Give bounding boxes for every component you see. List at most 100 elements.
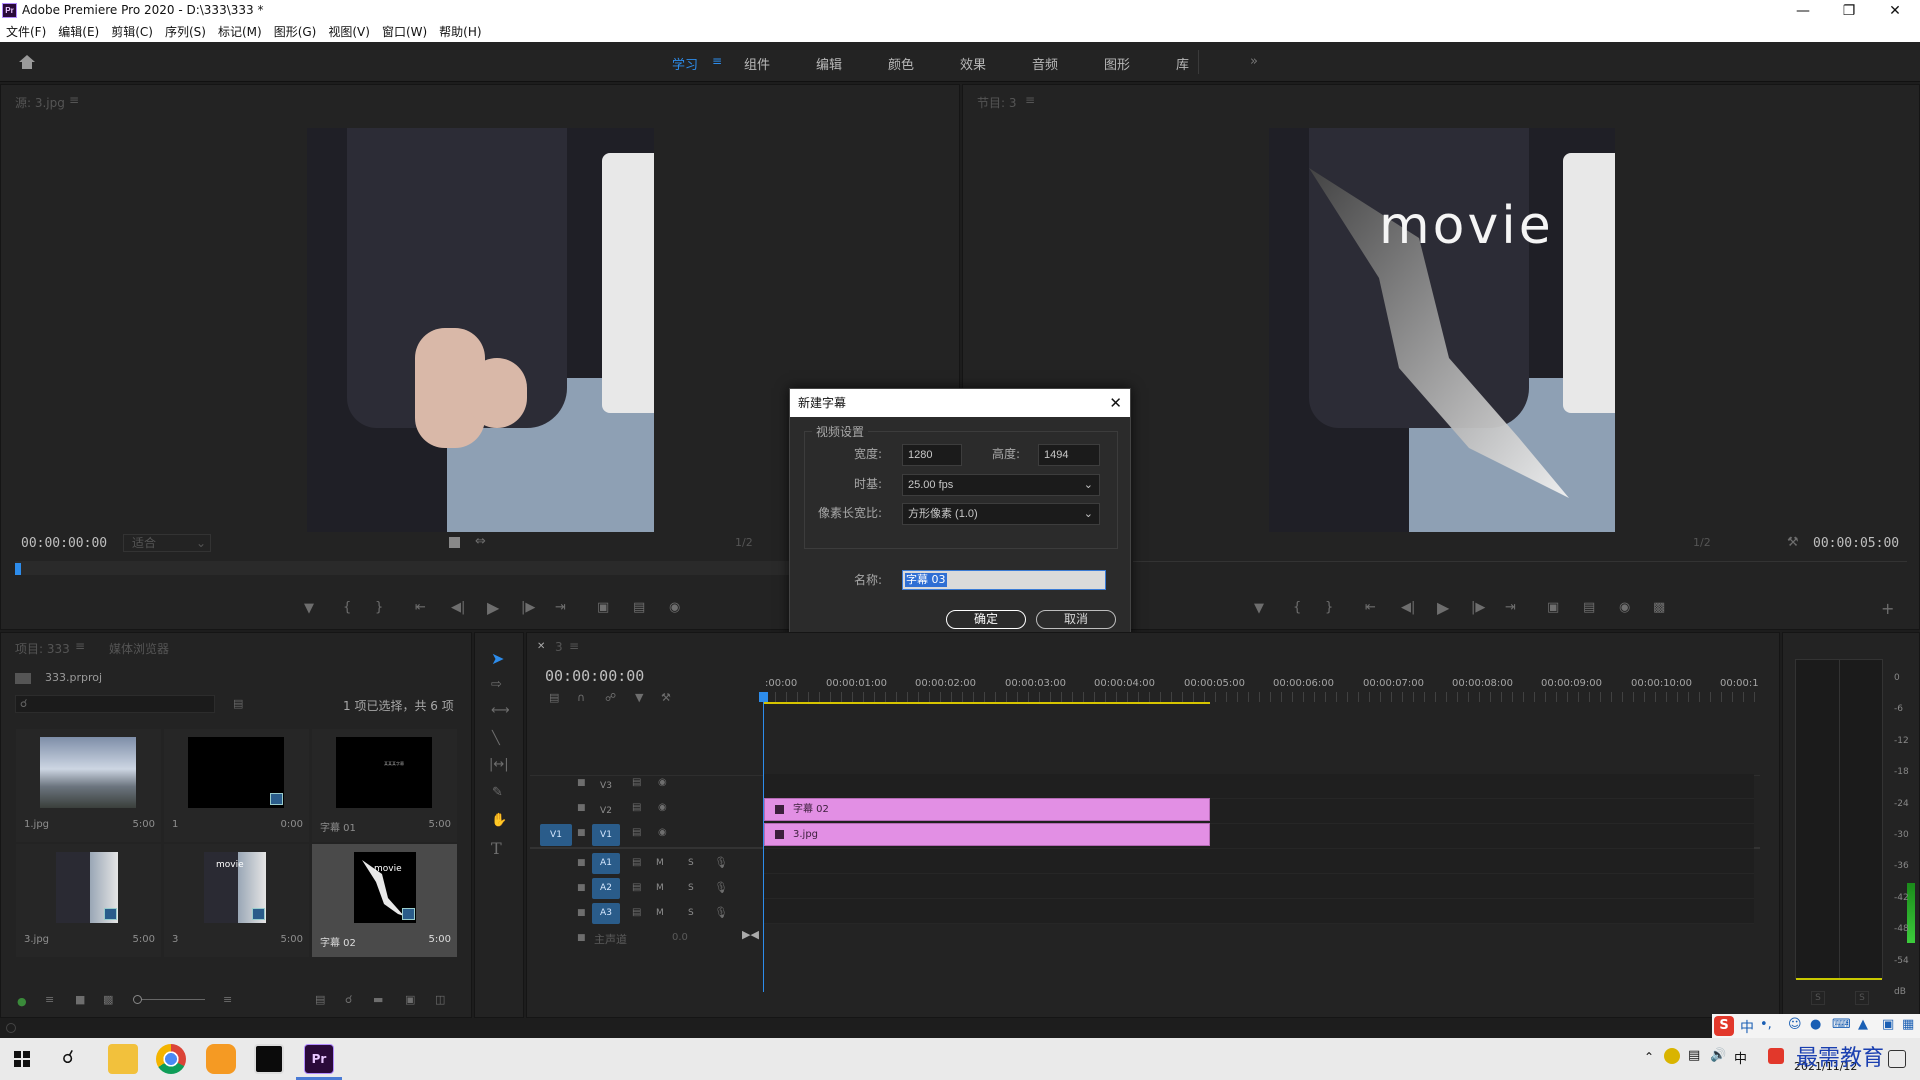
extract-icon[interactable]: ▤ <box>1583 600 1595 615</box>
workspace-tab-libraries[interactable]: 库 <box>1176 54 1189 73</box>
mark-in-icon[interactable]: { <box>343 600 351 615</box>
sync-lock-icon[interactable]: ▤ <box>632 827 641 838</box>
clip-3jpg[interactable]: 3.jpg <box>764 823 1210 846</box>
type-tool-icon[interactable]: T <box>491 839 502 858</box>
show-hidden-icons-icon[interactable]: ⌃ <box>1644 1050 1654 1064</box>
camera-icon[interactable]: ◉ <box>669 600 680 615</box>
icon-view-icon[interactable]: ■ <box>75 993 85 1006</box>
close-sequence-icon[interactable]: ✕ <box>537 641 545 652</box>
sort-icons-icon[interactable]: ≡ <box>223 993 232 1006</box>
workspace-tab-graphics[interactable]: 图形 <box>1104 54 1130 73</box>
ime-mode-label[interactable]: 中 <box>1740 1017 1754 1037</box>
workspace-tab-editing[interactable]: 编辑 <box>816 54 842 73</box>
new-search-bin-icon[interactable]: ▤ <box>233 697 243 710</box>
microphone-icon[interactable]: ● <box>1810 1017 1821 1032</box>
workspace-tab-color[interactable]: 颜色 <box>888 54 914 73</box>
tray-app-icon[interactable] <box>1664 1048 1680 1064</box>
panel-menu-icon[interactable]: ≡ <box>569 639 579 653</box>
project-item[interactable]: 某某某字幕 字幕 01 5:00 <box>312 729 457 842</box>
project-search-input[interactable]: ☌ <box>15 695 215 713</box>
automate-to-sequence-icon[interactable]: ▤ <box>315 993 325 1006</box>
menu-clip[interactable]: 剪辑(C) <box>105 22 159 42</box>
program-time-ruler[interactable] <box>1133 561 1907 575</box>
add-marker-icon[interactable]: ▼ <box>304 601 314 616</box>
minimize-button[interactable]: — <box>1780 0 1826 22</box>
volume-icon[interactable]: 🔊 <box>1710 1048 1726 1063</box>
lock-icon[interactable]: ■ <box>577 778 586 788</box>
go-to-in-icon[interactable]: ⇤ <box>1365 600 1376 615</box>
zoom-slider[interactable] <box>133 995 205 1004</box>
new-bin-icon[interactable]: ▬ <box>373 993 383 1006</box>
workspace-tab-learning[interactable]: 学习 <box>672 54 698 73</box>
pixel-aspect-dropdown[interactable]: 方形像素 (1.0) ⌄ <box>902 503 1100 525</box>
menu-sequence[interactable]: 序列(S) <box>159 22 212 42</box>
zoom-slider-handle[interactable] <box>133 995 142 1004</box>
close-window-button[interactable]: ✕ <box>1872 0 1918 22</box>
button-editor-plus-icon[interactable]: + <box>1881 599 1894 618</box>
sync-lock-icon[interactable]: ▤ <box>632 907 641 918</box>
menu-markers[interactable]: 标记(M) <box>212 22 268 42</box>
windows-start-icon[interactable] <box>14 1051 30 1067</box>
lock-icon[interactable]: ■ <box>577 908 586 918</box>
lock-icon[interactable]: ■ <box>577 828 586 838</box>
lock-icon[interactable]: ■ <box>577 933 586 943</box>
punctuation-icon[interactable]: •, <box>1760 1017 1772 1032</box>
freeform-view-icon[interactable]: ▩ <box>103 993 113 1006</box>
mark-out-icon[interactable]: } <box>1325 600 1333 615</box>
workspace-tab-effects[interactable]: 效果 <box>960 54 986 73</box>
width-input[interactable] <box>902 444 962 466</box>
nest-toggle-icon[interactable]: ▤ <box>549 691 559 704</box>
selection-tool-icon[interactable]: ➤ <box>491 649 504 668</box>
go-to-in-icon[interactable]: ⇤ <box>415 600 426 615</box>
track-label-a3[interactable]: A3 <box>592 903 620 924</box>
sync-lock-icon[interactable]: ▤ <box>632 777 641 788</box>
mark-in-icon[interactable]: { <box>1293 600 1301 615</box>
microphone-icon[interactable]: 🎙 <box>714 906 728 919</box>
track-lanes[interactable] <box>764 774 1754 924</box>
project-item[interactable]: 1.jpg 5:00 <box>16 729 161 842</box>
timebase-dropdown[interactable]: 25.00 fps ⌄ <box>902 474 1100 496</box>
shirt-icon[interactable]: ▣ <box>1882 1017 1894 1032</box>
keyboard-icon[interactable]: ⌨ <box>1832 1017 1851 1032</box>
project-item[interactable]: movie 3 5:00 <box>164 844 309 957</box>
menu-help[interactable]: 帮助(H) <box>433 22 487 42</box>
cancel-button[interactable]: 取消 <box>1036 610 1116 629</box>
program-resolution[interactable]: 1/2 <box>1693 536 1711 549</box>
microphone-icon[interactable]: 🎙 <box>714 856 728 869</box>
panel-menu-icon[interactable]: ≡ <box>75 639 85 653</box>
menu-window[interactable]: 窗口(W) <box>376 22 433 42</box>
go-to-end-icon[interactable]: ▶◀ <box>742 928 759 941</box>
go-to-out-icon[interactable]: ⇥ <box>1505 600 1516 615</box>
overwrite-icon[interactable]: ▤ <box>633 600 645 615</box>
solo-toggle[interactable]: S <box>688 883 694 893</box>
ok-button[interactable]: 确定 <box>946 610 1026 629</box>
step-forward-icon[interactable]: |▶ <box>521 600 535 615</box>
lift-icon[interactable]: ▣ <box>1547 600 1559 615</box>
search-icon[interactable]: ☌ <box>62 1047 74 1068</box>
dialog-close-button[interactable]: ✕ <box>1109 389 1122 417</box>
workspace-tab-assembly[interactable]: 组件 <box>744 54 770 73</box>
insert-icon[interactable]: ▣ <box>597 600 609 615</box>
track-label-a1[interactable]: A1 <box>592 853 620 874</box>
lock-icon[interactable]: ■ <box>577 883 586 893</box>
file-explorer-icon[interactable] <box>108 1044 138 1074</box>
network-icon[interactable]: ▤ <box>1688 1048 1700 1063</box>
solo-toggle[interactable]: S <box>688 908 694 918</box>
timeline-ruler-ticks[interactable] <box>764 692 1758 702</box>
sync-lock-icon[interactable]: ▤ <box>632 857 641 868</box>
sync-lock-icon[interactable]: ▤ <box>632 802 641 813</box>
track-label-v3[interactable]: V3 <box>594 778 618 794</box>
mark-out-icon[interactable]: } <box>375 600 383 615</box>
eye-icon[interactable]: ◉ <box>658 777 667 788</box>
source-settings-icon[interactable] <box>449 537 460 548</box>
project-item-selected[interactable]: movie 字幕 02 5:00 <box>312 844 457 957</box>
timeline-settings-icon[interactable]: ⚒ <box>661 691 671 704</box>
notification-icon[interactable] <box>1888 1050 1906 1068</box>
track-label-a2[interactable]: A2 <box>592 878 620 899</box>
razor-tool-icon[interactable]: ╲ <box>492 731 500 746</box>
find-icon[interactable]: ☌ <box>345 993 352 1006</box>
project-tab[interactable]: 项目: 333 <box>15 640 70 657</box>
source-resolution[interactable]: 1/2 <box>735 536 753 549</box>
workspace-overflow-button[interactable]: » <box>1250 54 1258 69</box>
name-input[interactable]: 字幕 03 <box>902 570 1106 590</box>
